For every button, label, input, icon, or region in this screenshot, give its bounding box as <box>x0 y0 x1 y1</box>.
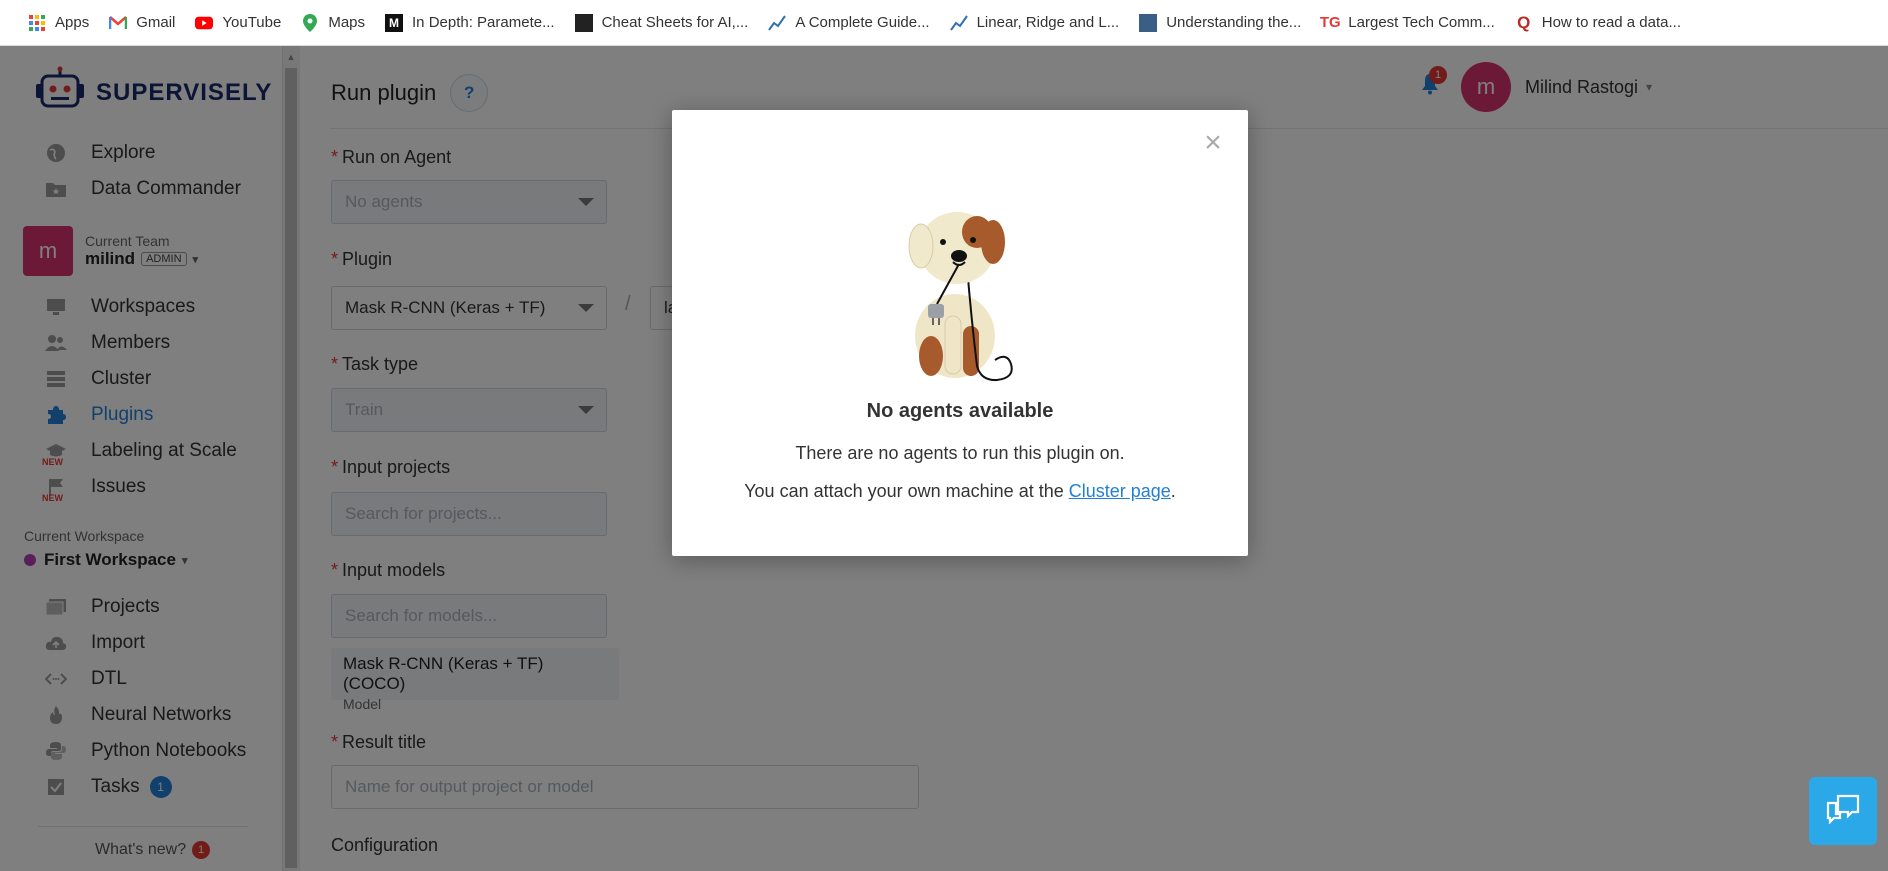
bookmark-label: How to read a data... <box>1541 14 1681 31</box>
support-chat-button[interactable] <box>1809 777 1877 845</box>
bookmark-largest-tech[interactable]: TG Largest Tech Comm... <box>1311 0 1504 46</box>
bookmark-label: In Depth: Paramete... <box>412 14 555 31</box>
bookmark-how-to-read[interactable]: Q How to read a data... <box>1505 0 1691 46</box>
dog-with-plug-illustration <box>897 196 1027 386</box>
medium-icon: M <box>385 13 404 32</box>
chart-icon <box>768 14 787 32</box>
bookmarks-bar: Apps Gmail YouTube Maps M In Depth: Para… <box>0 0 1888 46</box>
apps-grid-icon <box>28 14 46 32</box>
gmail-icon <box>109 14 128 32</box>
close-icon[interactable]: × <box>1198 128 1228 158</box>
bookmark-label: Apps <box>55 14 90 31</box>
article-icon <box>1139 13 1158 32</box>
maps-icon <box>301 13 319 32</box>
bookmark-label: Largest Tech Comm... <box>1348 14 1495 31</box>
chat-icon <box>1826 794 1860 829</box>
modal-message: There are no agents to run this plugin o… <box>795 443 1125 463</box>
modal-hint-suffix: . <box>1170 481 1176 501</box>
bookmark-label: YouTube <box>222 14 282 31</box>
bookmark-label: Maps <box>328 14 366 31</box>
bookmark-complete-guide[interactable]: A Complete Guide... <box>758 0 939 46</box>
bookmark-understanding[interactable]: Understanding the... <box>1129 0 1311 46</box>
bookmark-gmail[interactable]: Gmail <box>99 0 185 46</box>
youtube-icon <box>195 14 214 32</box>
modal-hint-prefix: You can attach your own machine at the <box>744 481 1069 501</box>
modal-hint: You can attach your own machine at the C… <box>672 481 1248 502</box>
no-agents-modal: × No agents available There are no agent… <box>672 110 1248 556</box>
bookmark-label: Linear, Ridge and L... <box>976 14 1120 31</box>
cluster-page-link[interactable]: Cluster page <box>1069 481 1171 501</box>
modal-title: No agents available <box>866 400 1054 422</box>
cheatsheet-icon <box>574 13 593 32</box>
bookmark-cheat-sheets[interactable]: Cheat Sheets for AI,... <box>565 0 759 46</box>
chart-icon <box>949 14 968 32</box>
bookmark-apps[interactable]: Apps <box>18 0 99 46</box>
bookmark-in-depth[interactable]: M In Depth: Paramete... <box>375 0 565 46</box>
quora-icon: Q <box>1517 12 1531 32</box>
bookmark-label: A Complete Guide... <box>795 14 930 31</box>
bookmark-label: Understanding the... <box>1166 14 1302 31</box>
tg-icon: TG <box>1319 14 1341 31</box>
bookmark-linear-ridge[interactable]: Linear, Ridge and L... <box>940 0 1130 46</box>
bookmark-maps[interactable]: Maps <box>291 0 375 46</box>
bookmark-label: Gmail <box>136 14 176 31</box>
bookmark-youtube[interactable]: YouTube <box>185 0 291 46</box>
bookmark-label: Cheat Sheets for AI,... <box>601 14 749 31</box>
